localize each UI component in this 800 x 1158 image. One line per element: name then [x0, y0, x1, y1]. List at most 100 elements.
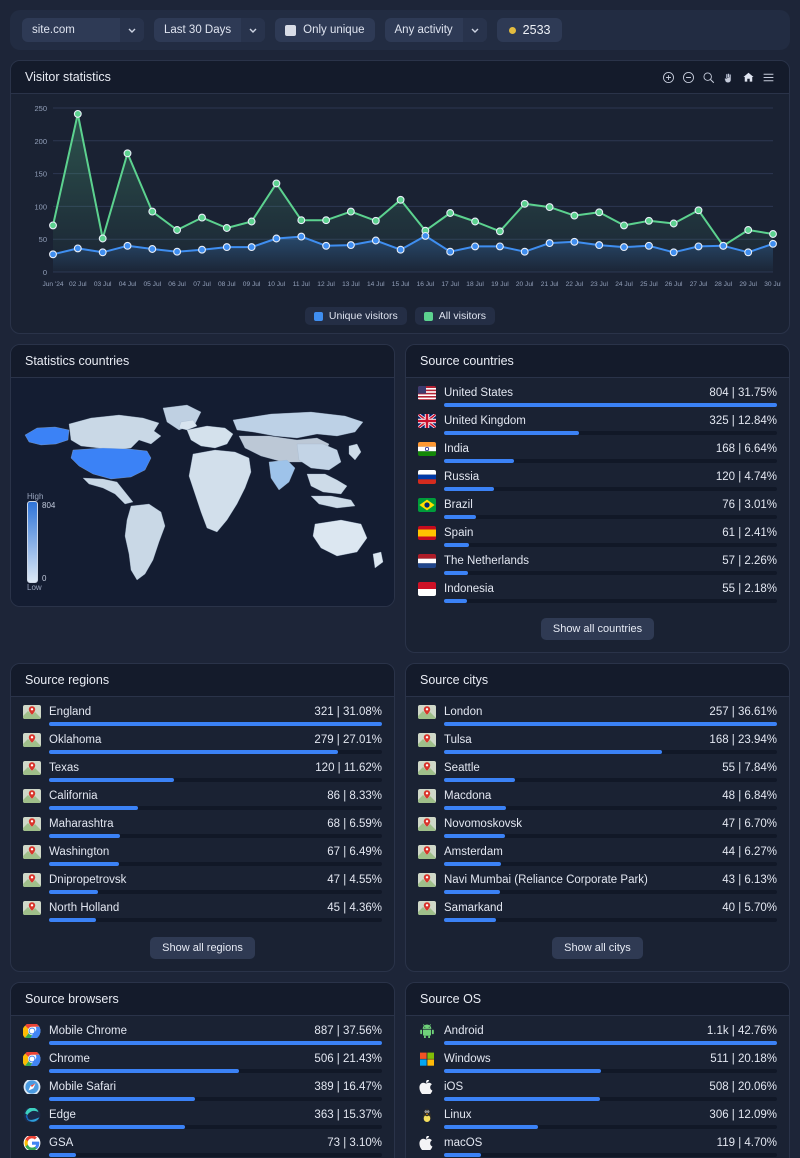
- svg-text:21 Jul: 21 Jul: [541, 281, 559, 288]
- svg-text:06 Jul: 06 Jul: [168, 281, 186, 288]
- svg-text:14 Jul: 14 Jul: [367, 281, 385, 288]
- list-item[interactable]: Chrome506 | 21.43%: [23, 1052, 382, 1073]
- zoom-out-icon[interactable]: [682, 71, 695, 84]
- progress-track: [444, 1125, 777, 1129]
- dashboard-page: site.com Last 30 Days Only unique Any ac…: [0, 0, 800, 1158]
- list-item[interactable]: Russia120 | 4.74%: [418, 470, 777, 491]
- list-item-value: 73 | 3.10%: [327, 1137, 382, 1149]
- progress-fill: [444, 487, 494, 491]
- list-item[interactable]: GSA73 | 3.10%: [23, 1136, 382, 1157]
- show-all-cities-button[interactable]: Show all citys: [552, 937, 643, 959]
- svg-text:13 Jul: 13 Jul: [342, 281, 360, 288]
- source-countries-column: Source countries United States804 | 31.7…: [405, 344, 790, 663]
- list-item[interactable]: North Holland45 | 4.36%: [23, 901, 382, 922]
- only-unique-checkbox[interactable]: Only unique: [275, 18, 374, 42]
- list-item[interactable]: India168 | 6.64%: [418, 442, 777, 463]
- svg-text:25 Jul: 25 Jul: [640, 281, 658, 288]
- flag-in-icon: [418, 442, 436, 456]
- source-regions-header: Source regions: [11, 664, 394, 697]
- list-item[interactable]: England321 | 31.08%: [23, 705, 382, 726]
- show-all-regions-button[interactable]: Show all regions: [150, 937, 255, 959]
- list-item[interactable]: Spain61 | 2.41%: [418, 526, 777, 547]
- source-cities-footer: Show all citys: [406, 933, 789, 971]
- statistics-countries-title: Statistics countries: [25, 354, 129, 368]
- list-item[interactable]: Amsterdam44 | 6.27%: [418, 845, 777, 866]
- list-item-value: 168 | 6.64%: [716, 443, 777, 455]
- progress-fill: [444, 1097, 600, 1101]
- list-item[interactable]: Indonesia55 | 2.18%: [418, 582, 777, 603]
- list-item[interactable]: United Kingdom325 | 12.84%: [418, 414, 777, 435]
- list-item-label: Brazil: [444, 499, 714, 511]
- source-regions-card: Source regions England321 | 31.08% Oklaho…: [10, 663, 395, 972]
- list-item-value: 306 | 12.09%: [709, 1109, 777, 1121]
- list-item[interactable]: iOS508 | 20.06%: [418, 1080, 777, 1101]
- list-item-value: 40 | 5.70%: [722, 902, 777, 914]
- list-item[interactable]: Windows511 | 20.18%: [418, 1052, 777, 1073]
- progress-fill: [49, 918, 96, 922]
- list-item[interactable]: Navi Mumbai (Reliance Corporate Park)43 …: [418, 873, 777, 894]
- list-item[interactable]: Macdona48 | 6.84%: [418, 789, 777, 810]
- list-item-value: 44 | 6.27%: [722, 846, 777, 858]
- list-item[interactable]: London257 | 36.61%: [418, 705, 777, 726]
- map-pin-icon: [418, 845, 436, 859]
- list-item[interactable]: Tulsa168 | 23.94%: [418, 733, 777, 754]
- list-item-label: London: [444, 706, 701, 718]
- source-browsers-header: Source browsers: [11, 983, 394, 1016]
- world-map[interactable]: High 804 0 Low: [11, 378, 394, 606]
- progress-track: [444, 722, 777, 726]
- list-item[interactable]: Oklahoma279 | 27.01%: [23, 733, 382, 754]
- checkbox-icon: [285, 25, 296, 36]
- list-item-value: 363 | 15.37%: [314, 1109, 382, 1121]
- legend-unique-visitors[interactable]: Unique visitors: [305, 307, 407, 325]
- reset-home-icon[interactable]: [742, 71, 755, 84]
- filter-bar: site.com Last 30 Days Only unique Any ac…: [10, 10, 790, 50]
- activity-select[interactable]: Any activity: [385, 18, 487, 42]
- selection-zoom-icon[interactable]: [702, 71, 715, 84]
- list-item-label: Mobile Chrome: [49, 1025, 306, 1037]
- list-item[interactable]: Seattle55 | 7.84%: [418, 761, 777, 782]
- progress-fill: [444, 515, 476, 519]
- list-item-label: United Kingdom: [444, 415, 701, 427]
- show-all-countries-button[interactable]: Show all countries: [541, 618, 654, 640]
- site-select[interactable]: site.com: [22, 18, 144, 42]
- list-item[interactable]: Maharashtra68 | 6.59%: [23, 817, 382, 838]
- progress-track: [444, 1041, 777, 1045]
- visitor-chart[interactable]: 050100150200250Jun '2402 Jul03 Jul04 Jul…: [19, 100, 781, 300]
- only-unique-label: Only unique: [303, 24, 364, 36]
- progress-fill: [444, 1153, 481, 1157]
- source-countries-card: Source countries United States804 | 31.7…: [405, 344, 790, 653]
- flag-br-icon: [418, 498, 436, 512]
- source-cities-list: London257 | 36.61% Tulsa168 | 23.94% Seatt…: [406, 697, 789, 933]
- zoom-in-icon[interactable]: [662, 71, 675, 84]
- list-item[interactable]: Washington67 | 6.49%: [23, 845, 382, 866]
- progress-track: [444, 750, 777, 754]
- online-count-badge[interactable]: 2533: [497, 18, 563, 42]
- list-item[interactable]: Samarkand40 | 5.70%: [418, 901, 777, 922]
- list-item[interactable]: United States804 | 31.75%: [418, 386, 777, 407]
- list-item[interactable]: Novomoskovsk47 | 6.70%: [418, 817, 777, 838]
- list-item-value: 48 | 6.84%: [722, 790, 777, 802]
- svg-text:18 Jul: 18 Jul: [466, 281, 484, 288]
- list-item-value: 67 | 6.49%: [327, 846, 382, 858]
- map-color-legend: High 804 0 Low: [27, 492, 87, 592]
- map-pin-icon: [23, 845, 41, 859]
- list-item-value: 55 | 7.84%: [722, 762, 777, 774]
- list-item[interactable]: Mobile Safari389 | 16.47%: [23, 1080, 382, 1101]
- pan-icon[interactable]: [722, 71, 735, 84]
- list-item[interactable]: Dnipropetrovsk47 | 4.55%: [23, 873, 382, 894]
- list-item[interactable]: Android1.1k | 42.76%: [418, 1024, 777, 1045]
- list-item[interactable]: Edge363 | 15.37%: [23, 1108, 382, 1129]
- list-item[interactable]: The Netherlands57 | 2.26%: [418, 554, 777, 575]
- period-select[interactable]: Last 30 Days: [154, 18, 265, 42]
- list-item[interactable]: Texas120 | 11.62%: [23, 761, 382, 782]
- source-cities-title: Source citys: [420, 673, 488, 687]
- list-item[interactable]: California86 | 8.33%: [23, 789, 382, 810]
- list-item[interactable]: Brazil76 | 3.01%: [418, 498, 777, 519]
- list-item[interactable]: Linux306 | 12.09%: [418, 1108, 777, 1129]
- menu-icon[interactable]: [762, 71, 775, 84]
- apple-icon-icon: [418, 1136, 436, 1150]
- list-item-label: North Holland: [49, 902, 319, 914]
- legend-all-visitors[interactable]: All visitors: [415, 307, 495, 325]
- list-item[interactable]: Mobile Chrome887 | 37.56%: [23, 1024, 382, 1045]
- list-item[interactable]: macOS119 | 4.70%: [418, 1136, 777, 1157]
